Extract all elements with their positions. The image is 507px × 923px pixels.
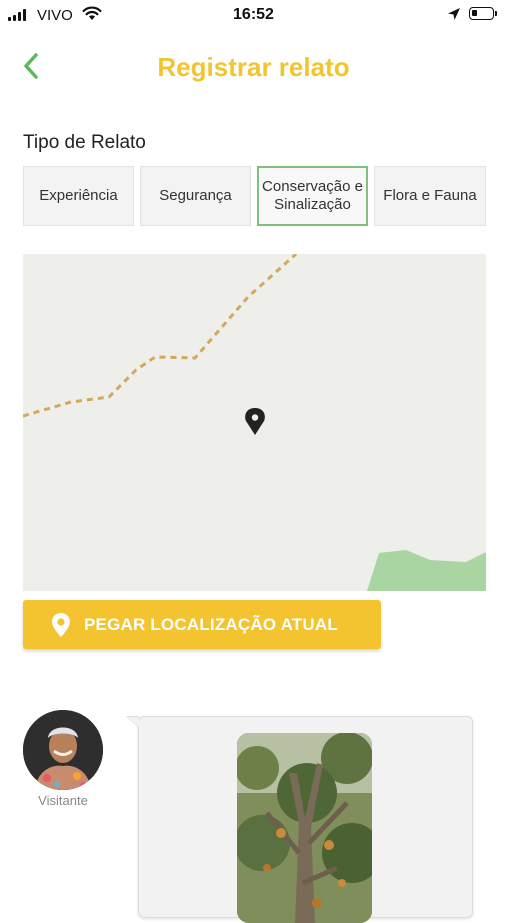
- location-services-icon: [448, 8, 460, 20]
- type-option-seguranca[interactable]: Segurança: [140, 166, 251, 226]
- type-option-conservacao[interactable]: Conservação e Sinalização: [257, 166, 368, 226]
- map-pin-icon: [245, 408, 265, 435]
- bubble-tail-inner: [128, 717, 139, 727]
- status-time: 16:52: [233, 6, 274, 23]
- map-marker[interactable]: [245, 408, 265, 435]
- status-bar: VIVO 16:52: [0, 0, 507, 32]
- get-current-location-button[interactable]: PEGAR LOCALIZAÇÃO ATUAL: [23, 600, 381, 649]
- location-pin-icon: [52, 613, 70, 637]
- location-button-label: PEGAR LOCALIZAÇÃO ATUAL: [84, 615, 338, 634]
- report-type-label: Tipo de Relato: [23, 132, 146, 153]
- map-canvas: [23, 254, 486, 591]
- map-view[interactable]: [23, 254, 486, 591]
- battery-icon: [469, 7, 497, 20]
- report-photo[interactable]: [237, 733, 372, 923]
- type-option-flora-fauna[interactable]: Flora e Fauna: [374, 166, 486, 226]
- vegetation-area: [367, 550, 486, 591]
- trail-path: [23, 254, 298, 418]
- avatar: [23, 710, 103, 790]
- type-option-experiencia[interactable]: Experiência: [23, 166, 134, 226]
- page-title: Registrar relato: [157, 52, 350, 82]
- user-role: Visitante: [38, 793, 88, 808]
